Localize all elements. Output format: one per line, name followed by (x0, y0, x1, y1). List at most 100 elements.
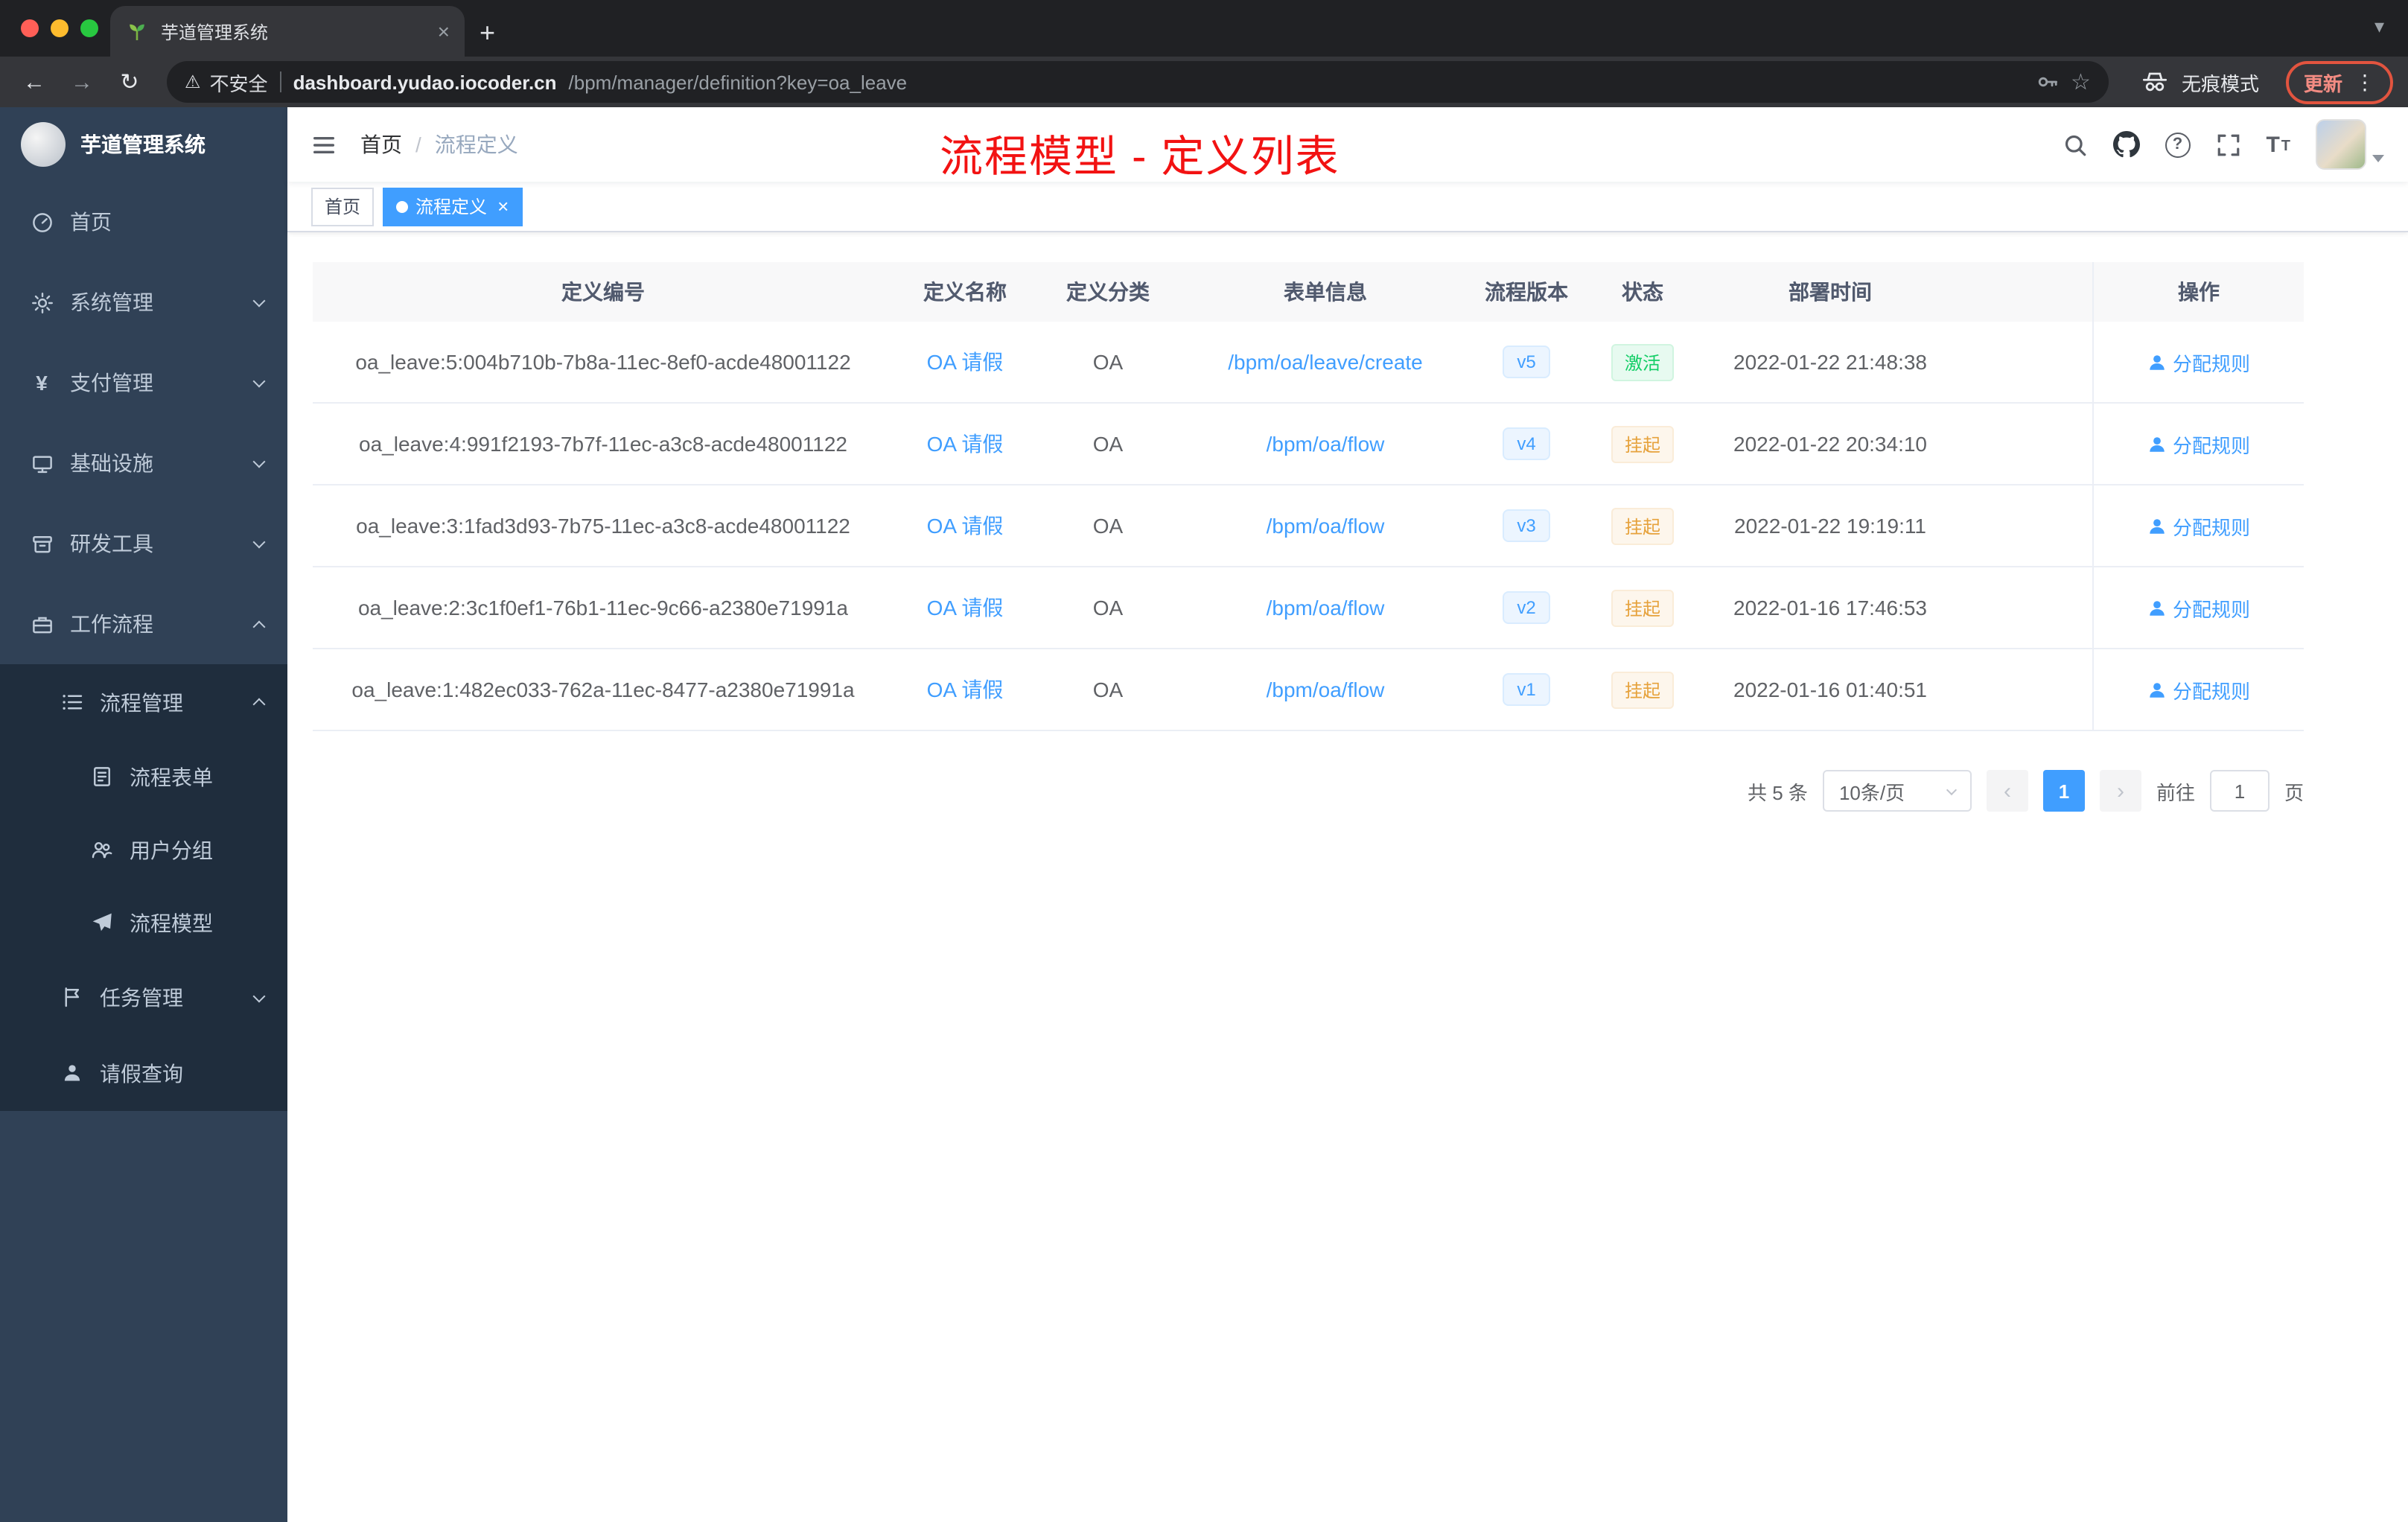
col-header-id: 定义编号 (561, 280, 645, 304)
definition-name-link[interactable]: OA 请假 (927, 678, 1004, 701)
password-key-icon[interactable] (2035, 70, 2059, 94)
browser-menu-icon[interactable]: ⋮ (2354, 69, 2375, 95)
page-size-select[interactable]: 10条/页 (1822, 770, 1972, 812)
status-badge: 挂起 (1611, 671, 1674, 708)
page-unit-label: 页 (2284, 781, 2304, 803)
sidebar-item-label: 用户分组 (130, 838, 213, 862)
version-badge: v5 (1502, 346, 1551, 378)
monitor-icon (30, 451, 54, 475)
gear-icon (30, 290, 54, 314)
sidebar-item-label: 首页 (70, 210, 112, 234)
form-link[interactable]: /bpm/oa/flow (1267, 596, 1385, 620)
sidebar-item-label: 任务管理 (100, 985, 183, 1009)
sidebar-item-user-group[interactable]: 用户分组 (0, 813, 287, 886)
tab-search-chevron-icon[interactable]: ▾ (2374, 15, 2384, 39)
users-icon (89, 838, 113, 862)
sidebar-item-home[interactable]: 首页 (0, 182, 287, 262)
incognito-label: 无痕模式 (2181, 72, 2259, 95)
fullscreen-icon[interactable] (2215, 132, 2240, 157)
person-icon (2150, 436, 2165, 451)
sidebar-item-process-management[interactable]: 流程管理 (0, 664, 287, 740)
version-badge: v2 (1502, 591, 1551, 624)
sidebar-item-system[interactable]: 系统管理 (0, 262, 287, 343)
assign-rule-button[interactable]: 分配规则 (2147, 348, 2250, 376)
col-header-category: 定义分类 (1066, 280, 1150, 304)
form-link[interactable]: /bpm/oa/leave/create (1228, 350, 1423, 374)
definition-table: 定义编号 定义名称 定义分类 表单信息 流程版本 状态 部署时间 操作 oa_l… (313, 262, 2304, 731)
toolbox-icon (30, 532, 54, 555)
search-icon[interactable] (2062, 132, 2087, 157)
goto-page-input[interactable] (2209, 770, 2270, 812)
browser-tab[interactable]: 芋道管理系统 × (110, 6, 465, 57)
assign-rule-button[interactable]: 分配规则 (2147, 430, 2250, 458)
sidebar-item-devtools[interactable]: 研发工具 (0, 503, 287, 584)
definition-name-link[interactable]: OA 请假 (927, 514, 1004, 538)
form-icon (89, 765, 113, 789)
back-button[interactable]: ← (15, 69, 54, 95)
sidebar-item-payment[interactable]: ¥ 支付管理 (0, 343, 287, 423)
sidebar-item-label: 系统管理 (70, 290, 153, 314)
status-badge: 挂起 (1611, 507, 1674, 544)
prev-page-button[interactable]: ‹ (1986, 770, 2028, 812)
browser-update-button[interactable]: 更新 ⋮ (2285, 60, 2393, 104)
window-close-button[interactable] (21, 19, 39, 37)
github-icon[interactable] (2112, 131, 2140, 158)
status-badge: 激活 (1611, 343, 1674, 380)
assign-rule-button[interactable]: 分配规则 (2147, 593, 2250, 622)
list-icon (60, 690, 83, 714)
assign-rule-button[interactable]: 分配规则 (2147, 512, 2250, 540)
tab-close-icon[interactable]: × (438, 21, 450, 42)
status-badge: 挂起 (1611, 589, 1674, 626)
sidebar-item-task-management[interactable]: 任务管理 (0, 959, 287, 1035)
assign-rule-button[interactable]: 分配规则 (2147, 675, 2250, 704)
chevron-down-icon (252, 535, 266, 549)
form-link[interactable]: /bpm/oa/flow (1267, 432, 1385, 456)
font-size-icon[interactable]: TT (2266, 133, 2290, 156)
address-bar[interactable]: ⚠ 不安全 dashboard.yudao.iocoder.cn /bpm/ma… (167, 61, 2109, 103)
reload-button[interactable]: ↻ (110, 69, 149, 95)
form-link[interactable]: /bpm/oa/flow (1267, 514, 1385, 538)
browser-toolbar: ← → ↻ ⚠ 不安全 dashboard.yudao.iocoder.cn /… (0, 57, 2408, 107)
sidebar-item-label: 工作流程 (70, 612, 153, 636)
breadcrumb-home[interactable]: 首页 (360, 130, 402, 159)
bookmark-star-icon[interactable]: ☆ (2071, 69, 2091, 95)
sidebar-item-leave-query[interactable]: 请假查询 (0, 1035, 287, 1111)
new-tab-button[interactable]: + (480, 19, 495, 46)
tag-close-icon[interactable]: × (497, 197, 509, 216)
forward-button[interactable]: → (63, 69, 101, 95)
definition-name-link[interactable]: OA 请假 (927, 350, 1004, 374)
sidebar-collapse-icon[interactable] (311, 132, 337, 157)
form-link[interactable]: /bpm/oa/flow (1267, 678, 1385, 701)
logo-title: 芋道管理系统 (80, 133, 206, 156)
window-zoom-button[interactable] (80, 19, 98, 37)
sidebar-item-workflow[interactable]: 工作流程 (0, 584, 287, 664)
sidebar-item-process-form[interactable]: 流程表单 (0, 740, 287, 813)
definition-name-link[interactable]: OA 请假 (927, 596, 1004, 620)
incognito-icon (2142, 72, 2167, 92)
person-icon (2150, 600, 2165, 615)
person-icon (60, 1061, 83, 1085)
sidebar-item-process-model[interactable]: 流程模型 (0, 886, 287, 959)
window-minimize-button[interactable] (51, 19, 69, 37)
sidebar-item-infrastructure[interactable]: 基础设施 (0, 423, 287, 503)
col-header-version: 流程版本 (1485, 280, 1568, 304)
workspace: 芋道管理系统 首页 系统管理 ¥ 支付管理 基础设施 研发工具 工作流程 流程管… (0, 107, 2408, 1522)
tag-home[interactable]: 首页 (311, 187, 375, 226)
help-icon[interactable]: ? (2165, 132, 2191, 157)
definition-name-link[interactable]: OA 请假 (927, 432, 1004, 456)
site-security-chip[interactable]: ⚠ 不安全 (185, 68, 268, 96)
tag-process-definition[interactable]: 流程定义 × (383, 187, 523, 226)
avatar (2316, 119, 2366, 170)
active-dot (396, 200, 409, 212)
tags-view: 首页 流程定义 × (287, 182, 2408, 232)
app-logo[interactable]: 芋道管理系统 (0, 107, 287, 182)
tab-title: 芋道管理系统 (161, 22, 269, 42)
top-navbar: 首页 / 流程定义 流程模型 - 定义列表 ? TT (287, 107, 2408, 182)
next-page-button[interactable]: › (2099, 770, 2141, 812)
page-content: 定义编号 定义名称 定义分类 表单信息 流程版本 状态 部署时间 操作 oa_l… (287, 232, 2408, 1522)
definition-category: OA (1092, 350, 1124, 374)
browser-window: 芋道管理系统 × + ▾ ← → ↻ ⚠ 不安全 dashboard.yudao… (0, 0, 2408, 1522)
user-avatar-menu[interactable] (2316, 119, 2384, 170)
sidebar-item-label: 流程模型 (130, 911, 213, 934)
page-number-button[interactable]: 1 (2042, 770, 2085, 812)
